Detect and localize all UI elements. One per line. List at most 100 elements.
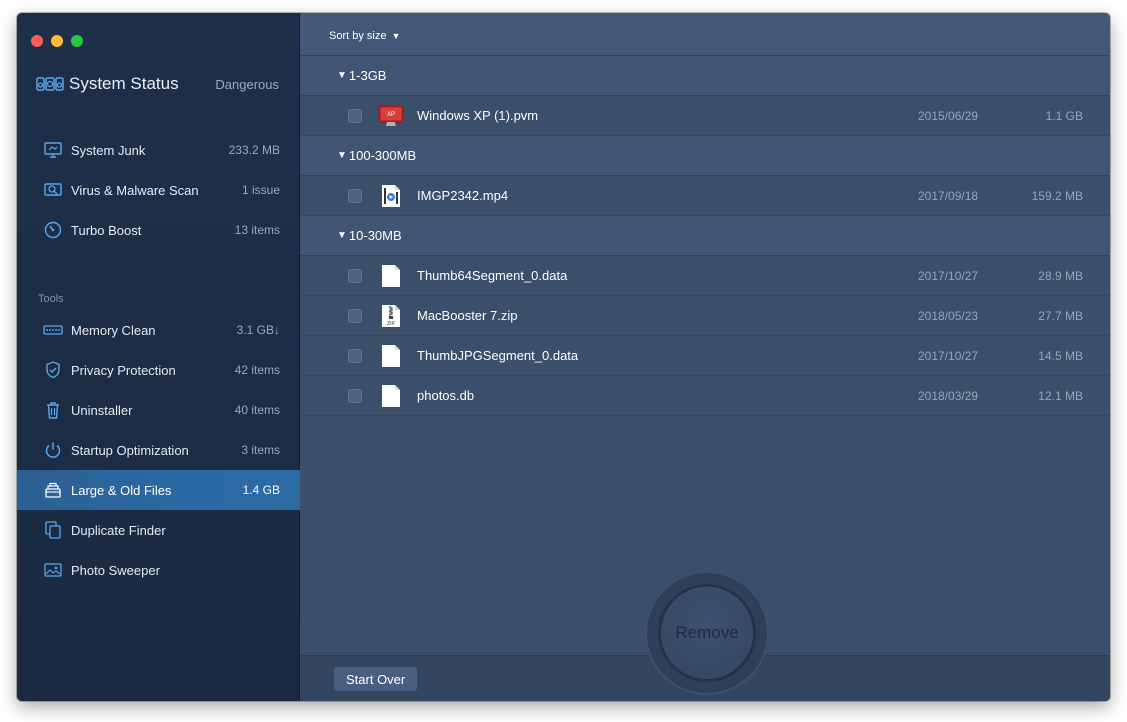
minimize-window-button[interactable] <box>51 35 63 47</box>
sidebar-item-value: 1.4 GB <box>242 483 280 497</box>
sidebar-item-uninstaller[interactable]: Uninstaller 40 items <box>17 390 300 430</box>
sidebar-item-large-old-files[interactable]: Large & Old Files 1.4 GB <box>17 470 300 510</box>
file-name: ThumbJPGSegment_0.data <box>417 348 579 363</box>
file-checkbox[interactable] <box>348 308 362 323</box>
file-checkbox[interactable] <box>348 188 362 203</box>
shield-icon <box>43 360 63 380</box>
group-header[interactable]: ▼ 10-30MB <box>300 216 1110 256</box>
sort-dropdown[interactable]: Sort by size ▼ <box>329 30 400 42</box>
caret-down-icon: ▼ <box>391 31 401 41</box>
system-status[interactable]: System Status Dangerous <box>36 72 279 96</box>
app-window: System Status Dangerous System Junk 233.… <box>17 13 1110 701</box>
monitor-icon <box>43 140 63 160</box>
sidebar-item-value: 42 items <box>234 363 280 377</box>
sidebar-item-privacy-protection[interactable]: Privacy Protection 42 items <box>17 350 300 390</box>
file-size: 27.7 MB <box>1038 308 1083 323</box>
sidebar-item-label: Startup Optimization <box>71 442 189 458</box>
sidebar-item-value: 3.1 GB↓ <box>236 323 280 337</box>
group-header[interactable]: ▼ 1-3GB <box>300 56 1110 96</box>
file-row[interactable]: ZIP MacBooster 7.zip 2018/05/23 27.7 MB <box>300 296 1110 336</box>
sidebar-item-label: Uninstaller <box>71 402 133 418</box>
file-checkbox[interactable] <box>348 388 362 403</box>
system-status-title: System Status <box>69 74 179 93</box>
sidebar-item-value: 40 items <box>234 403 280 417</box>
sidebar-item-turbo-boost[interactable]: Turbo Boost 13 items <box>17 210 300 250</box>
sidebar-item-memory-clean[interactable]: Memory Clean 3.1 GB↓ <box>17 310 300 350</box>
file-date: 2017/10/27 <box>918 348 979 363</box>
sidebar: System Status Dangerous System Junk 233.… <box>17 13 300 701</box>
file-name: IMGP2342.mp4 <box>417 188 509 203</box>
video-file-icon <box>378 183 404 209</box>
sidebar-item-value: 1 issue <box>241 183 280 197</box>
file-name: photos.db <box>417 388 475 403</box>
file-name: Thumb64Segment_0.data <box>417 268 568 283</box>
zip-file-icon: ZIP <box>378 303 404 329</box>
file-checkbox[interactable] <box>348 348 362 363</box>
document-icon <box>378 383 404 409</box>
disclosure-triangle-icon: ▼ <box>337 150 347 161</box>
power-icon <box>43 440 63 460</box>
sidebar-item-label: System Junk <box>71 142 146 158</box>
photo-icon <box>43 560 63 580</box>
remove-button[interactable]: Remove <box>661 587 753 679</box>
sidebar-item-label: Memory Clean <box>71 322 156 338</box>
sidebar-item-duplicate-finder[interactable]: Duplicate Finder <box>17 510 300 550</box>
sidebar-item-label: Duplicate Finder <box>71 522 166 538</box>
close-window-button[interactable] <box>31 35 43 47</box>
group-label: 100-300MB <box>348 148 417 163</box>
tools-section-label: Tools <box>38 293 64 305</box>
file-row[interactable]: photos.db 2018/03/29 12.1 MB <box>300 376 1110 416</box>
disclosure-triangle-icon: ▼ <box>337 70 347 81</box>
group-label: 1-3GB <box>348 68 387 83</box>
window-controls <box>31 35 83 47</box>
start-over-button[interactable]: Start Over <box>334 667 418 691</box>
file-row[interactable]: ThumbJPGSegment_0.data 2017/10/27 14.5 M… <box>300 336 1110 376</box>
file-date: 2015/06/29 <box>918 108 979 123</box>
document-icon <box>378 263 404 289</box>
sidebar-item-label: Large & Old Files <box>71 482 172 498</box>
sidebar-item-label: Turbo Boost <box>71 222 142 238</box>
disclosure-triangle-icon: ▼ <box>337 230 347 241</box>
sidebar-item-value: 3 items <box>241 443 280 457</box>
file-checkbox[interactable] <box>348 108 362 123</box>
file-name: MacBooster 7.zip <box>417 308 518 323</box>
zoom-window-button[interactable] <box>71 35 83 47</box>
file-date: 2018/03/29 <box>918 388 979 403</box>
file-stack-icon <box>43 480 63 500</box>
trash-icon <box>43 400 63 420</box>
sort-label: Sort by size <box>329 30 387 42</box>
group-header[interactable]: ▼ 100-300MB <box>300 136 1110 176</box>
sidebar-item-label: Virus & Malware Scan <box>71 182 199 198</box>
file-row[interactable]: XP Windows XP (1).pvm 2015/06/29 1.1 GB <box>300 96 1110 136</box>
file-size: 14.5 MB <box>1038 348 1083 363</box>
remove-control: Remove <box>617 561 797 701</box>
sidebar-item-label: Photo Sweeper <box>71 562 160 578</box>
parallels-vm-icon: XP <box>378 103 404 129</box>
sidebar-item-photo-sweeper[interactable]: Photo Sweeper <box>17 550 300 590</box>
system-status-icon <box>36 75 64 93</box>
document-icon <box>378 343 404 369</box>
toolbar: Sort by size ▼ <box>300 13 1110 56</box>
file-size: 12.1 MB <box>1038 388 1083 403</box>
file-size: 1.1 GB <box>1045 108 1083 123</box>
speedometer-icon <box>43 220 63 240</box>
file-size: 159.2 MB <box>1031 188 1083 203</box>
sidebar-item-value: 233.2 MB <box>228 143 280 157</box>
sidebar-item-label: Privacy Protection <box>71 362 176 378</box>
sidebar-item-system-junk[interactable]: System Junk 233.2 MB <box>17 130 300 170</box>
system-status-value: Dangerous <box>215 76 279 92</box>
main-panel: Sort by size ▼ ▼ 1-3GB XP Windows XP (1)… <box>300 13 1110 701</box>
sidebar-item-virus-malware-scan[interactable]: Virus & Malware Scan 1 issue <box>17 170 300 210</box>
file-row[interactable]: Thumb64Segment_0.data 2017/10/27 28.9 MB <box>300 256 1110 296</box>
zip-badge: ZIP <box>387 321 395 327</box>
file-size: 28.9 MB <box>1038 268 1083 283</box>
duplicate-icon <box>43 520 63 540</box>
sidebar-item-startup-optimization[interactable]: Startup Optimization 3 items <box>17 430 300 470</box>
file-checkbox[interactable] <box>348 268 362 283</box>
file-date: 2017/09/18 <box>918 188 979 203</box>
group-label: 10-30MB <box>348 228 402 243</box>
memory-chip-icon <box>43 320 63 340</box>
sidebar-item-value: 13 items <box>234 223 280 237</box>
file-row[interactable]: IMGP2342.mp4 2017/09/18 159.2 MB <box>300 176 1110 216</box>
file-date: 2018/05/23 <box>918 308 979 323</box>
